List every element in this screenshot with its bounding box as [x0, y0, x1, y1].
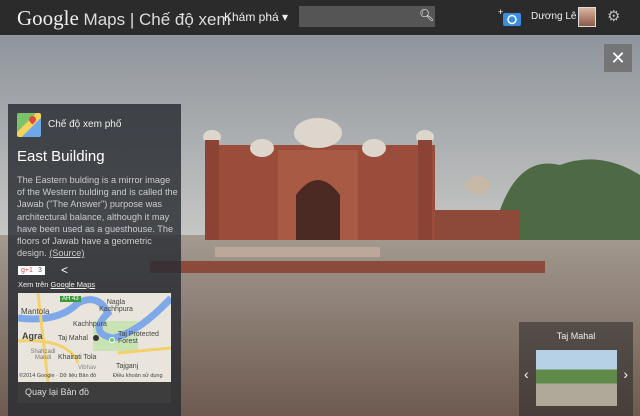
- view-on-google-maps: Xem trên Google Maps: [18, 280, 96, 289]
- place-title: East Building: [17, 148, 105, 165]
- street-view-mode-label: Chế độ xem phố: [48, 119, 122, 130]
- source-link[interactable]: (Source): [49, 248, 84, 258]
- place-description: The Eastern bulding is a mirror image of…: [17, 175, 178, 259]
- search-input[interactable]: [299, 6, 435, 27]
- chevron-right-icon[interactable]: ›: [623, 366, 628, 382]
- nearby-place-card: Taj Mahal ‹ ›: [519, 322, 633, 416]
- svg-text:+: +: [498, 7, 503, 17]
- mini-map[interactable]: AH 43 Mantola Nagla Kachhpura Kachhpura …: [18, 293, 171, 382]
- map-terms-link[interactable]: Điều khoản sử dụng: [113, 373, 163, 379]
- search-icon[interactable]: 🔍︎: [419, 8, 434, 22]
- close-button[interactable]: ✕: [604, 44, 632, 72]
- explore-menu[interactable]: Khám phá ▾: [224, 10, 288, 24]
- chevron-left-icon[interactable]: ‹: [524, 366, 529, 382]
- nearby-place-thumbnail[interactable]: [536, 350, 617, 406]
- google-maps-logo[interactable]: Google Maps | Chế độ xem: [17, 6, 231, 31]
- user-name[interactable]: Dương Lê: [531, 11, 577, 22]
- gplus-button[interactable]: g+1: [18, 266, 36, 275]
- avatar[interactable]: [578, 7, 596, 27]
- google-maps-icon: [17, 113, 41, 137]
- nearby-place-title: Taj Mahal: [556, 331, 596, 341]
- share-icon[interactable]: <: [61, 263, 68, 277]
- info-panel: Chế độ xem phố East Building The Eastern…: [8, 104, 181, 416]
- add-photo-camera-icon[interactable]: +: [498, 7, 522, 27]
- gear-icon[interactable]: ⚙: [607, 7, 620, 25]
- back-to-map-button[interactable]: Quay lại Bản đồ: [18, 382, 171, 403]
- gplus-count: 3: [35, 266, 45, 275]
- google-maps-link[interactable]: Google Maps: [51, 280, 96, 289]
- top-bar: Google Maps | Chế độ xem Khám phá ▾ 🔍︎ +…: [0, 0, 640, 35]
